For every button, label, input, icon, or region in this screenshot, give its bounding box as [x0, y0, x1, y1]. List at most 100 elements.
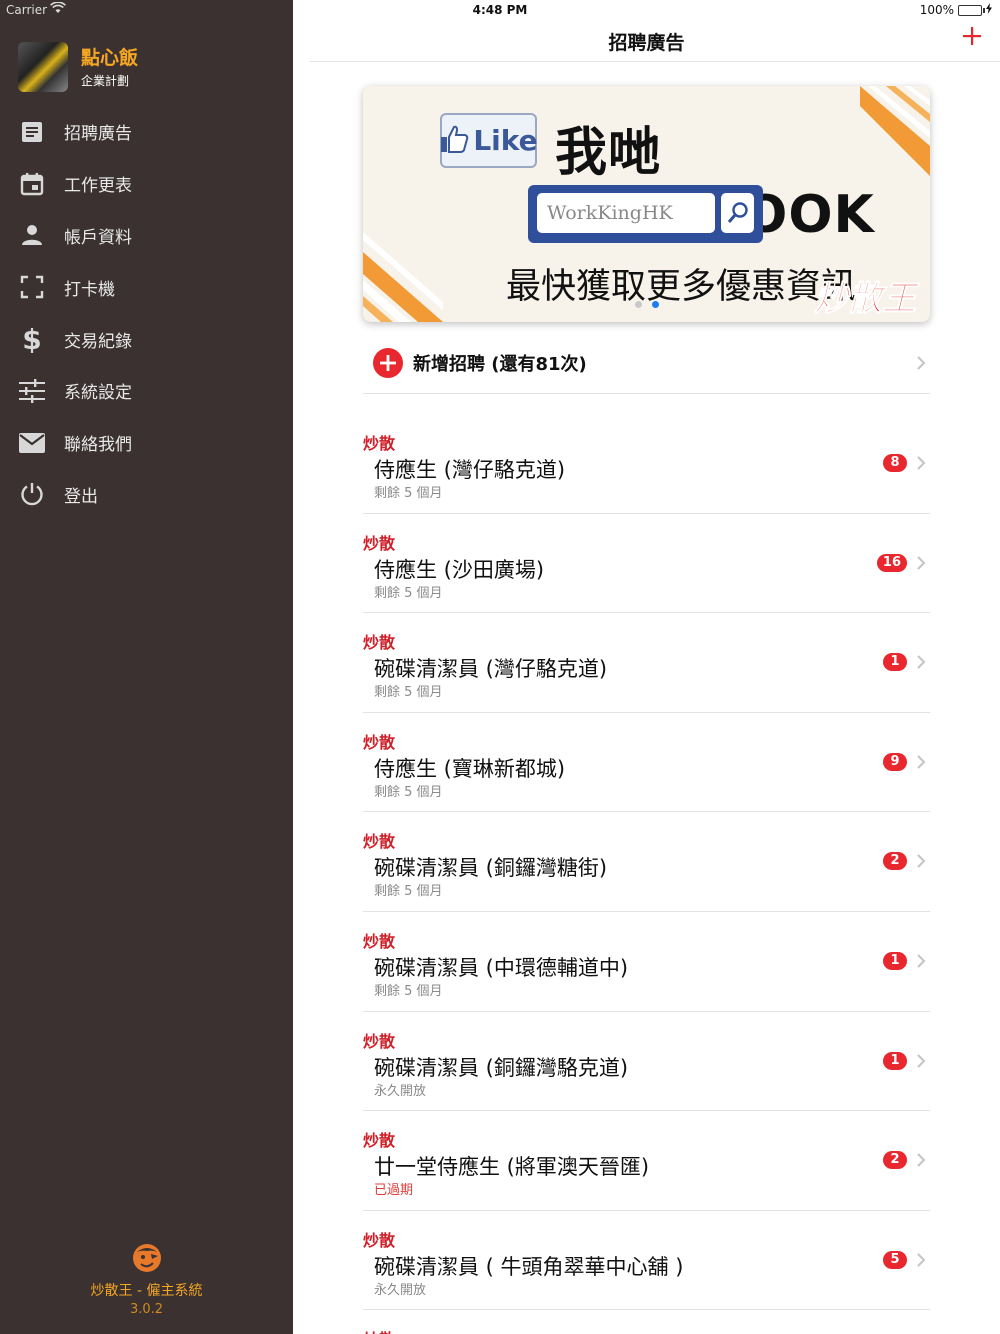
- add-job-ad-label: 新增招聘 (還有81次): [413, 353, 587, 375]
- job-type-tag: 炒散: [363, 732, 396, 752]
- applicant-count-badge: 9: [883, 752, 907, 771]
- job-type-tag: 炒散: [363, 533, 396, 553]
- job-ad-row[interactable]: 炒散 廿一堂侍應生 (將軍澳天晉匯) 已過期 2: [363, 1111, 930, 1211]
- sidebar-item-label: 系統設定: [64, 383, 132, 404]
- job-type-tag: 炒散: [363, 1230, 396, 1250]
- promo-banner-carousel[interactable]: Like 我哋 FACEBOOK WorkKingHK 最快獲取更多優惠資訊 炒…: [363, 86, 930, 322]
- scan-icon: [18, 273, 46, 301]
- job-expired-status: 已過期: [374, 1183, 414, 1199]
- applicant-count-badge: 1: [883, 951, 907, 970]
- calendar-icon: [18, 170, 46, 198]
- job-title: 碗碟清潔員 (中環德輔道中): [374, 955, 629, 980]
- like-text: Like: [473, 124, 538, 157]
- job-ad-row[interactable]: 炒散 侍應生 (灣仔駱克道) 剩餘 5 個月 8: [363, 414, 930, 514]
- chevron-right-icon: [914, 851, 928, 871]
- brand-name: 炒散王 - 僱主系統: [90, 1283, 203, 1299]
- sidebar-item-account[interactable]: 帳戶資料: [0, 210, 293, 262]
- brand-footer: 炒散王 - 僱主系統 3.0.2: [0, 1242, 293, 1317]
- document-icon: [18, 118, 46, 146]
- job-remaining: 剩餘 5 個月: [374, 884, 443, 900]
- profile-name: 點心飯: [81, 46, 139, 69]
- lion-logo-icon: [131, 1242, 163, 1274]
- chevron-right-icon: [914, 353, 928, 373]
- chevron-right-icon: [914, 553, 928, 573]
- sidebar-item-clock-in[interactable]: 打卡機: [0, 261, 293, 313]
- job-ad-row[interactable]: 炒散: [363, 1310, 930, 1334]
- job-type-tag: 炒散: [363, 931, 396, 951]
- job-type-tag: 炒散: [363, 1326, 395, 1334]
- sidebar-item-label: 招聘廣告: [64, 124, 132, 145]
- chevron-right-icon: [914, 951, 928, 971]
- add-job-ad-row[interactable]: 新增招聘 (還有81次): [363, 332, 930, 394]
- sidebar-item-job-ads[interactable]: 招聘廣告: [0, 106, 293, 158]
- sidebar-item-contact[interactable]: 聯絡我們: [0, 417, 293, 469]
- banner-search-text: WorkKingHK: [537, 193, 715, 233]
- applicant-count-badge: 1: [883, 1051, 907, 1070]
- job-type-tag: 炒散: [363, 832, 396, 852]
- job-title: 廿一堂侍應生 (將軍澳天晉匯): [374, 1155, 650, 1180]
- chevron-right-icon: [914, 1051, 928, 1071]
- job-remaining: 剩餘 5 個月: [374, 685, 443, 701]
- facebook-like-badge: Like: [439, 113, 538, 168]
- add-button[interactable]: [958, 24, 986, 52]
- job-title: 侍應生 (灣仔駱克道): [374, 458, 566, 482]
- carousel-dot-active[interactable]: [651, 301, 659, 308]
- job-title: 侍應生 (沙田廣場): [374, 557, 545, 582]
- job-ad-row[interactable]: 炒散 碗碟清潔員 (銅鑼灣糖街) 剩餘 5 個月 2: [363, 812, 930, 912]
- job-title: 碗碟清潔員 (銅鑼灣糖街): [374, 856, 608, 881]
- profile-plan: 企業計劃: [81, 73, 130, 88]
- sidebar-item-label: 聯絡我們: [64, 435, 132, 456]
- power-icon: [18, 480, 46, 508]
- sidebar-item-label: 打卡機: [64, 279, 115, 300]
- sidebar-item-label: 帳戶資料: [64, 227, 132, 248]
- job-ad-row[interactable]: 炒散 碗碟清潔員 (中環德輔道中) 剩餘 5 個月 1: [363, 912, 930, 1012]
- applicant-count-badge: 2: [883, 1151, 907, 1170]
- battery-percent: 100%: [919, 3, 954, 17]
- sidebar-item-logout[interactable]: 登出: [0, 469, 293, 521]
- battery-icon: [958, 4, 985, 16]
- clock: 4:48 PM: [472, 3, 528, 17]
- sidebar-item-settings[interactable]: 系統設定: [0, 365, 293, 417]
- job-remaining: 剩餘 5 個月: [374, 983, 443, 999]
- navbar-divider: [309, 61, 1000, 62]
- thumbs-up-icon: [439, 124, 469, 158]
- carousel-page-indicator[interactable]: [363, 301, 930, 308]
- job-ad-row[interactable]: 炒散 碗碟清潔員 (銅鑼灣駱克道) 永久開放 1: [363, 1012, 930, 1112]
- applicant-count-badge: 16: [876, 553, 907, 572]
- job-ad-list: 炒散 侍應生 (灣仔駱克道) 剩餘 5 個月 8 炒散 侍應生 (沙田廣場) 剩…: [363, 414, 930, 1334]
- job-ad-row[interactable]: 炒散 碗碟清潔員 (灣仔駱克道) 剩餘 5 個月 1: [363, 613, 930, 713]
- search-icon: [721, 193, 754, 233]
- main-panel: 招聘廣告 Like 我哋 FACEBOOK: [293, 0, 1000, 1334]
- job-remaining: 永久開放: [374, 1083, 427, 1099]
- job-title: 碗碟清潔員 (銅鑼灣駱克道): [374, 1055, 629, 1080]
- applicant-count-badge: 1: [883, 653, 907, 672]
- job-type-tag: 炒散: [363, 1031, 396, 1051]
- job-ad-row[interactable]: 炒散 侍應生 (沙田廣場) 剩餘 5 個月 16: [363, 514, 930, 614]
- charging-icon: [986, 3, 992, 17]
- page-title: 招聘廣告: [608, 32, 685, 54]
- profile-header[interactable]: 點心飯 企業計劃: [18, 42, 138, 92]
- job-remaining: 剩餘 5 個月: [374, 585, 443, 601]
- sidebar-item-transactions[interactable]: $ 交易紀錄: [0, 313, 293, 365]
- applicant-count-badge: 2: [883, 852, 907, 871]
- plus-icon: [962, 26, 982, 50]
- carousel-dot[interactable]: [634, 301, 642, 308]
- sliders-icon: [18, 377, 46, 405]
- sidebar-item-label: 登出: [64, 486, 98, 507]
- job-ad-row[interactable]: 炒散 碗碟清潔員 ( 牛頭角翠華中心舖 ) 永久開放 5: [363, 1211, 930, 1311]
- avatar: [18, 42, 68, 92]
- sidebar-item-label: 工作更表: [64, 176, 132, 197]
- mail-icon: [18, 429, 46, 457]
- app-version: 3.0.2: [129, 1302, 164, 1317]
- applicant-count-badge: 8: [883, 454, 907, 472]
- job-title: 碗碟清潔員 (灣仔駱克道): [374, 657, 608, 682]
- dollar-icon: $: [18, 325, 46, 353]
- job-remaining: 剩餘 5 個月: [374, 486, 443, 501]
- sidebar-item-schedule[interactable]: 工作更表: [0, 158, 293, 210]
- status-bar: Carrier 4:48 PM 100%: [0, 0, 1000, 20]
- svg-text:$: $: [22, 325, 41, 353]
- job-ad-row[interactable]: 炒散 侍應生 (寶琳新都城) 剩餘 5 個月 9: [363, 713, 930, 813]
- chevron-right-icon: [914, 453, 928, 473]
- add-circle-icon: [373, 347, 403, 378]
- battery-indicator: 100%: [920, 3, 992, 17]
